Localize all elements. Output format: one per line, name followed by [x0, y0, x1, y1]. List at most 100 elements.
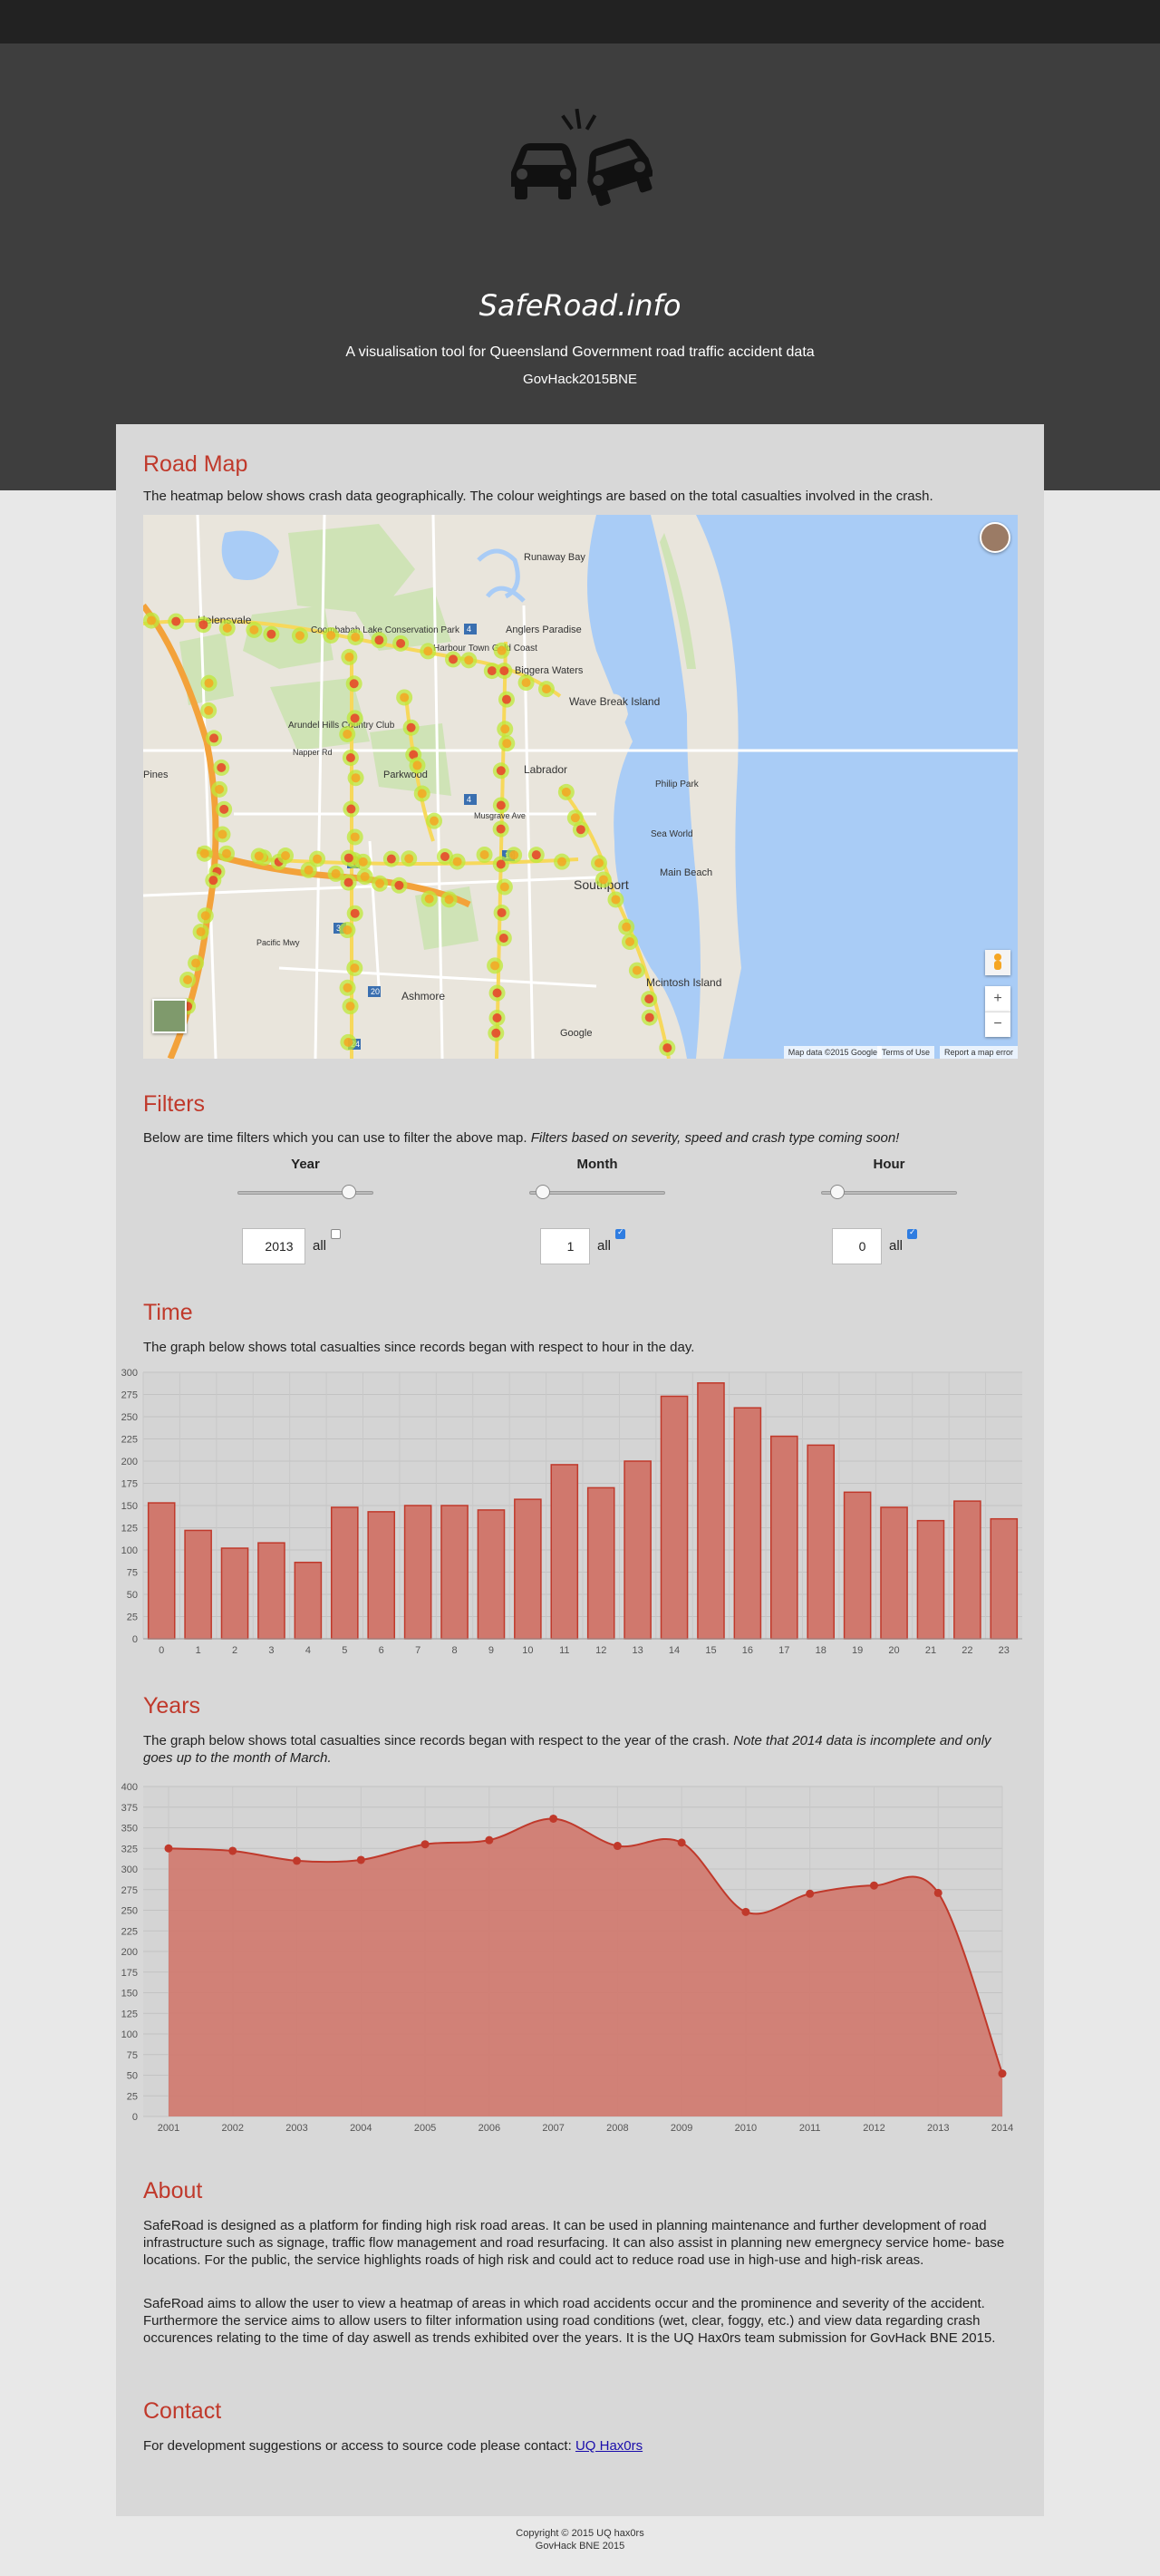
bar[interactable] [916, 1519, 945, 1640]
month-input[interactable]: 1 [540, 1228, 590, 1264]
heat-spot [607, 891, 624, 908]
bar[interactable] [807, 1444, 836, 1640]
heat-spot [506, 847, 523, 864]
bar[interactable] [624, 1460, 652, 1640]
bar[interactable] [769, 1435, 798, 1640]
y-tick-label: 75 [127, 2050, 138, 2061]
x-tick-label: 2010 [735, 2123, 757, 2134]
bar[interactable] [477, 1509, 506, 1640]
bar[interactable] [147, 1502, 176, 1640]
y-tick-label: 375 [121, 1803, 138, 1814]
bar[interactable] [733, 1407, 762, 1640]
x-tick-label: 0 [159, 1645, 164, 1656]
y-tick-label: 175 [121, 1479, 138, 1490]
month-slider-handle[interactable] [536, 1185, 550, 1199]
hour-all-checkbox[interactable] [907, 1227, 917, 1239]
data-point[interactable] [356, 1855, 365, 1864]
user-avatar[interactable] [980, 522, 1010, 553]
site-tagline: A visualisation tool for Queensland Gove… [345, 344, 815, 360]
about-paragraph-2: SafeRoad aims to allow the user to view … [143, 2296, 996, 2346]
data-point[interactable] [806, 1889, 815, 1898]
contact-link[interactable]: UQ Hax0rs [575, 2438, 643, 2454]
y-tick-label: 200 [121, 1457, 138, 1467]
heat-spot [492, 762, 509, 780]
data-point[interactable] [613, 1842, 622, 1851]
y-tick-label: 275 [121, 1390, 138, 1401]
bar[interactable] [367, 1511, 396, 1640]
bar[interactable] [184, 1529, 212, 1640]
heat-spot [211, 780, 228, 798]
heat-spot [327, 865, 344, 882]
heat-spot [343, 800, 360, 818]
map-report-error-link[interactable]: Report a map error [939, 1046, 1018, 1059]
heat-spot [339, 922, 356, 939]
x-tick-label: 2009 [671, 2123, 692, 2134]
data-point[interactable] [293, 1856, 302, 1865]
y-tick-label: 175 [121, 1968, 138, 1979]
bar[interactable] [550, 1464, 579, 1640]
heat-spot [342, 998, 359, 1015]
x-tick-label: 17 [778, 1645, 789, 1656]
satellite-toggle-button[interactable] [152, 999, 187, 1033]
data-point[interactable] [933, 1888, 942, 1897]
bar[interactable] [294, 1561, 323, 1640]
data-point[interactable] [998, 2069, 1007, 2078]
data-point[interactable] [549, 1814, 558, 1823]
data-point[interactable] [420, 1840, 430, 1849]
heat-spot [192, 924, 209, 941]
bar[interactable] [220, 1547, 249, 1640]
data-point[interactable] [164, 1844, 173, 1853]
bar[interactable] [257, 1542, 285, 1640]
heat-spot [420, 643, 437, 660]
bar[interactable] [330, 1506, 359, 1640]
map-terms-link[interactable]: Terms of Use [876, 1046, 934, 1059]
heatmap-layer [143, 612, 676, 1057]
filters-description-note: Filters based on severity, speed and cra… [530, 1130, 900, 1146]
street-view-icon[interactable] [985, 950, 1010, 975]
zoom-out-button[interactable]: − [985, 1012, 1010, 1037]
bar[interactable] [514, 1498, 542, 1640]
heat-spot [527, 847, 545, 864]
crash-heatmap[interactable]: 10 10 4 20 24 4 3 Runaway BayHelensvaleC… [143, 515, 1018, 1059]
year-input[interactable]: 2013 [242, 1228, 305, 1264]
year-all-checkbox[interactable] [331, 1229, 341, 1239]
x-tick-label: 2006 [478, 2123, 500, 2134]
bar[interactable] [403, 1505, 432, 1640]
x-tick-label: 20 [888, 1645, 899, 1656]
data-point[interactable] [485, 1835, 494, 1845]
x-tick-label: 10 [522, 1645, 533, 1656]
month-all-checkbox[interactable] [615, 1227, 625, 1239]
y-tick-label: 400 [121, 1782, 138, 1793]
bar[interactable] [953, 1500, 981, 1640]
hour-input[interactable]: 0 [832, 1228, 882, 1264]
heat-spot [402, 719, 420, 736]
year-slider-handle[interactable] [342, 1185, 356, 1199]
heat-spot [347, 770, 364, 787]
hour-slider-handle[interactable] [830, 1185, 845, 1199]
zoom-in-button[interactable]: + [985, 986, 1010, 1012]
bar[interactable] [586, 1487, 615, 1640]
bar[interactable] [990, 1517, 1019, 1640]
x-tick-label: 14 [669, 1645, 680, 1656]
data-point[interactable] [869, 1881, 878, 1890]
heat-spot [449, 853, 466, 870]
bar[interactable] [697, 1382, 725, 1640]
heat-spot [493, 642, 510, 659]
bar[interactable] [660, 1395, 689, 1640]
heat-spot [339, 979, 356, 996]
heat-spot [495, 930, 512, 947]
bar[interactable] [880, 1506, 908, 1640]
x-tick-label: 2014 [991, 2123, 1013, 2134]
bar[interactable] [843, 1491, 872, 1640]
y-tick-label: 100 [121, 2029, 138, 2040]
data-point[interactable] [677, 1838, 686, 1847]
heat-spot [426, 812, 443, 829]
heat-spot [488, 1024, 505, 1041]
bar[interactable] [440, 1505, 469, 1640]
years-heading: Years [143, 1693, 201, 1719]
heat-spot [537, 681, 555, 698]
data-point[interactable] [741, 1907, 750, 1916]
heat-spot [413, 785, 430, 802]
heat-spot [382, 850, 400, 867]
data-point[interactable] [228, 1846, 237, 1855]
